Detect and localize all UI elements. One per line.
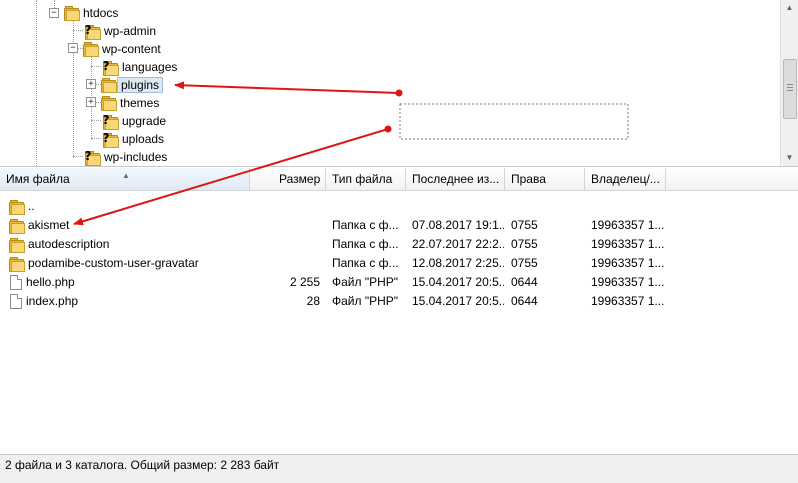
column-header-label: Тип файла bbox=[332, 172, 393, 186]
expand-plugins-toggle[interactable]: + bbox=[86, 79, 96, 89]
file-modified: 15.04.2017 20:5... bbox=[412, 275, 504, 289]
folder-icon bbox=[8, 199, 25, 215]
scroll-up-icon[interactable]: ▲ bbox=[781, 0, 798, 16]
file-row-parent[interactable]: .. bbox=[0, 197, 798, 216]
tree-item-label: upgrade bbox=[122, 114, 167, 128]
tree-item-htdocs[interactable]: htdocs bbox=[63, 4, 118, 22]
file-permissions: 0755 bbox=[511, 237, 538, 251]
unknown-folder-icon: ? bbox=[100, 59, 119, 76]
window-bottom-edge bbox=[0, 475, 798, 483]
file-owner: 19963357 1... bbox=[591, 275, 665, 289]
tree-item-label: uploads bbox=[122, 132, 165, 146]
tree-item-wp-content[interactable]: wp-content bbox=[82, 40, 161, 58]
tree-item-label: wp-includes bbox=[104, 150, 168, 164]
column-header-modified[interactable]: Последнее из... bbox=[406, 168, 505, 190]
column-header-label: Последнее из... bbox=[412, 172, 500, 186]
tree-item-label: plugins bbox=[117, 77, 164, 93]
tree-item-label: themes bbox=[120, 96, 160, 110]
file-modified: 15.04.2017 20:5... bbox=[412, 294, 504, 308]
tree-item-label: wp-content bbox=[102, 42, 161, 56]
file-row[interactable]: akismet Папка с ф... 07.08.2017 19:1... … bbox=[0, 216, 798, 235]
file-type: Папка с ф... bbox=[332, 256, 399, 270]
tree-item-wp-admin[interactable]: ? wp-admin bbox=[82, 22, 156, 40]
file-owner: 19963357 1... bbox=[591, 218, 665, 232]
file-type: Папка с ф... bbox=[332, 218, 399, 232]
column-header-label: Имя файла bbox=[6, 172, 70, 186]
folder-icon bbox=[100, 96, 117, 111]
file-name: podamibe-custom-user-gravatar bbox=[28, 256, 199, 270]
file-name: autodescription bbox=[28, 237, 110, 251]
tree-item-wp-includes[interactable]: ? wp-includes bbox=[82, 148, 167, 166]
folder-icon bbox=[8, 218, 25, 234]
column-header-label: Права bbox=[511, 172, 546, 186]
file-size: 28 bbox=[306, 294, 320, 308]
unknown-folder-icon: ? bbox=[100, 131, 119, 148]
tree-item-uploads[interactable]: ? uploads bbox=[100, 130, 164, 148]
file-owner: 19963357 1... bbox=[591, 294, 665, 308]
unknown-folder-icon: ? bbox=[100, 113, 119, 130]
file-list[interactable]: Имя файла ▲ Размер Тип файла Последнее и… bbox=[0, 168, 798, 454]
file-icon bbox=[10, 294, 22, 309]
unknown-folder-icon: ? bbox=[82, 149, 101, 166]
file-row[interactable]: hello.php 2 255 Файл "PHP" 15.04.2017 20… bbox=[0, 273, 798, 292]
directory-tree[interactable]: − − + + htdocs ? wp-admin wp-content ? l… bbox=[0, 0, 798, 167]
tree-line bbox=[36, 0, 37, 166]
tree-scrollbar[interactable]: ▲ ▼ bbox=[780, 0, 798, 166]
tree-item-themes[interactable]: themes bbox=[100, 94, 159, 112]
file-type: Папка с ф... bbox=[332, 237, 399, 251]
file-name: .. bbox=[28, 199, 35, 213]
file-icon bbox=[10, 275, 22, 290]
file-owner: 19963357 1... bbox=[591, 256, 665, 270]
file-size bbox=[250, 235, 320, 254]
scroll-down-icon[interactable]: ▼ bbox=[781, 150, 798, 166]
column-header-size[interactable]: Размер bbox=[250, 168, 326, 190]
file-row[interactable]: podamibe-custom-user-gravatar Папка с ф.… bbox=[0, 254, 798, 273]
status-bar: 2 файла и 3 каталога. Общий размер: 2 28… bbox=[0, 454, 798, 475]
folder-icon bbox=[100, 78, 117, 93]
column-header-label: Владелец/... bbox=[591, 172, 660, 186]
collapse-wp-content-toggle[interactable]: − bbox=[68, 43, 78, 53]
folder-icon bbox=[8, 256, 25, 272]
tree-item-plugins[interactable]: plugins bbox=[100, 76, 164, 94]
file-row[interactable]: index.php 28 Файл "PHP" 15.04.2017 20:5.… bbox=[0, 292, 798, 311]
tree-item-upgrade[interactable]: ? upgrade bbox=[100, 112, 166, 130]
file-modified: 12.08.2017 2:25... bbox=[412, 256, 504, 270]
tree-item-languages[interactable]: ? languages bbox=[100, 58, 177, 76]
file-size bbox=[250, 254, 320, 273]
file-type: Файл "PHP" bbox=[332, 275, 399, 289]
file-modified: 07.08.2017 19:1... bbox=[412, 218, 504, 232]
file-permissions: 0644 bbox=[511, 294, 538, 308]
column-header-type[interactable]: Тип файла bbox=[326, 168, 406, 190]
column-header-owner[interactable]: Владелец/... bbox=[585, 168, 666, 190]
folder-icon bbox=[82, 42, 99, 57]
file-size bbox=[250, 216, 320, 235]
expand-themes-toggle[interactable]: + bbox=[86, 97, 96, 107]
tree-item-label: wp-admin bbox=[104, 24, 157, 38]
file-owner: 19963357 1... bbox=[591, 237, 665, 251]
column-header-label: Размер bbox=[279, 172, 321, 186]
collapse-htdocs-toggle[interactable]: − bbox=[49, 8, 59, 18]
column-header-permissions[interactable]: Права bbox=[505, 168, 585, 190]
file-name: hello.php bbox=[26, 275, 75, 289]
tree-item-label: languages bbox=[122, 60, 178, 74]
file-size: 2 255 bbox=[289, 275, 320, 289]
column-header-name[interactable]: Имя файла ▲ bbox=[0, 168, 250, 190]
folder-icon bbox=[63, 6, 80, 21]
folder-icon bbox=[8, 237, 25, 253]
file-permissions: 0644 bbox=[511, 275, 538, 289]
file-permissions: 0755 bbox=[511, 218, 538, 232]
scrollbar-thumb[interactable] bbox=[783, 59, 797, 119]
tree-line bbox=[73, 18, 74, 158]
unknown-folder-icon: ? bbox=[82, 23, 101, 40]
file-name: index.php bbox=[26, 294, 79, 308]
file-row[interactable]: autodescription Папка с ф... 22.07.2017 … bbox=[0, 235, 798, 254]
file-type: Файл "PHP" bbox=[332, 294, 399, 308]
file-list-header: Имя файла ▲ Размер Тип файла Последнее и… bbox=[0, 168, 798, 191]
sort-ascending-icon: ▲ bbox=[122, 171, 130, 180]
file-permissions: 0755 bbox=[511, 256, 538, 270]
tree-item-label: htdocs bbox=[83, 6, 119, 20]
file-name: akismet bbox=[28, 218, 70, 232]
file-modified: 22.07.2017 22:2... bbox=[412, 237, 504, 251]
status-text: 2 файла и 3 каталога. Общий размер: 2 28… bbox=[5, 458, 280, 472]
